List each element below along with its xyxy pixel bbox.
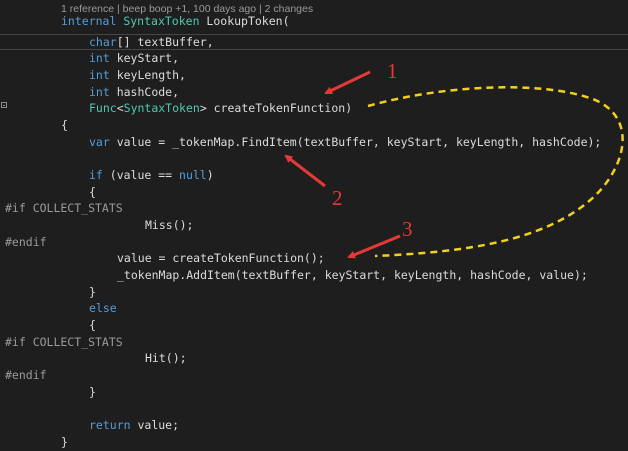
code-line-find-item: var value = _tokenMap.FindItem(textBuffe… bbox=[89, 134, 601, 151]
code-line-hit: Hit(); bbox=[145, 351, 187, 365]
keyword: return bbox=[89, 418, 131, 432]
code-text: keyStart, bbox=[109, 51, 180, 65]
code-line-close-brace: } bbox=[61, 435, 68, 449]
annotation-arrow-2 bbox=[284, 154, 326, 188]
annotation-arrow-1 bbox=[324, 70, 371, 95]
code-line-param-hashcode: int hashCode, bbox=[89, 84, 179, 101]
code-text: ) bbox=[206, 168, 214, 182]
collapse-icon[interactable] bbox=[1, 102, 7, 108]
code-line-if-open-brace: { bbox=[89, 185, 96, 199]
code-text: hashCode, bbox=[109, 85, 180, 99]
annotation-label-3: 3 bbox=[402, 217, 413, 241]
code-line-param-keystart: int keyStart, bbox=[89, 50, 179, 67]
keyword: int bbox=[89, 68, 110, 82]
type-name: SyntaxToken bbox=[123, 14, 200, 28]
code-line-add-item: _tokenMap.AddItem(textBuffer, keyStart, … bbox=[117, 268, 588, 282]
code-line-preprocessor-if-2: #if COLLECT_STATS bbox=[5, 335, 123, 349]
annotation-label-1: 1 bbox=[387, 59, 398, 83]
code-line-miss: Miss(); bbox=[145, 218, 194, 232]
code-line-else-open-brace: { bbox=[89, 318, 96, 332]
dashed-flow-curve bbox=[367, 86, 624, 258]
code-line-create-token: value = createTokenFunction(); bbox=[117, 251, 325, 265]
code-text: LookupToken( bbox=[199, 14, 290, 28]
code-line-param-keylength: int keyLength, bbox=[89, 67, 186, 84]
code-text: keyLength, bbox=[109, 68, 186, 82]
keyword: internal bbox=[61, 14, 117, 28]
code-line-if-null: if (value == null) bbox=[89, 167, 214, 184]
code-text: > createTokenFunction) bbox=[199, 101, 353, 115]
code-line-open-brace: { bbox=[61, 118, 68, 132]
code-line-param-func: Func<SyntaxToken> createTokenFunction) bbox=[89, 100, 352, 117]
code-line-preprocessor-if: #if COLLECT_STATS bbox=[5, 201, 123, 215]
code-editor[interactable]: 1 reference | beep boop +1, 100 days ago… bbox=[0, 0, 628, 451]
type-name: Func bbox=[89, 101, 117, 115]
code-line-preprocessor-endif: #endif bbox=[5, 235, 47, 249]
keyword: int bbox=[89, 85, 110, 99]
code-line-else-close-brace: } bbox=[89, 385, 96, 399]
code-text: value; bbox=[130, 418, 180, 432]
code-line-param-textbuffer: char[] textBuffer, bbox=[89, 34, 214, 51]
code-line-signature: internal SyntaxToken LookupToken( bbox=[61, 13, 290, 30]
keyword: char bbox=[89, 35, 117, 49]
code-text: < bbox=[116, 101, 124, 115]
code-line-return: return value; bbox=[89, 417, 179, 434]
code-text: [] textBuffer, bbox=[116, 35, 214, 49]
keyword: var bbox=[89, 135, 110, 149]
code-text: (value == bbox=[102, 168, 180, 182]
code-line-if-close-brace: } bbox=[89, 285, 96, 299]
code-line-preprocessor-endif-2: #endif bbox=[5, 368, 47, 382]
annotation-arrow-3 bbox=[347, 234, 401, 259]
keyword: int bbox=[89, 51, 110, 65]
code-line-else: else bbox=[89, 301, 117, 315]
keyword: if bbox=[89, 168, 103, 182]
annotation-label-2: 2 bbox=[332, 186, 343, 210]
type-name: SyntaxToken bbox=[123, 101, 200, 115]
code-text: value = _tokenMap.FindItem(textBuffer, k… bbox=[109, 135, 602, 149]
keyword: null bbox=[179, 168, 207, 182]
